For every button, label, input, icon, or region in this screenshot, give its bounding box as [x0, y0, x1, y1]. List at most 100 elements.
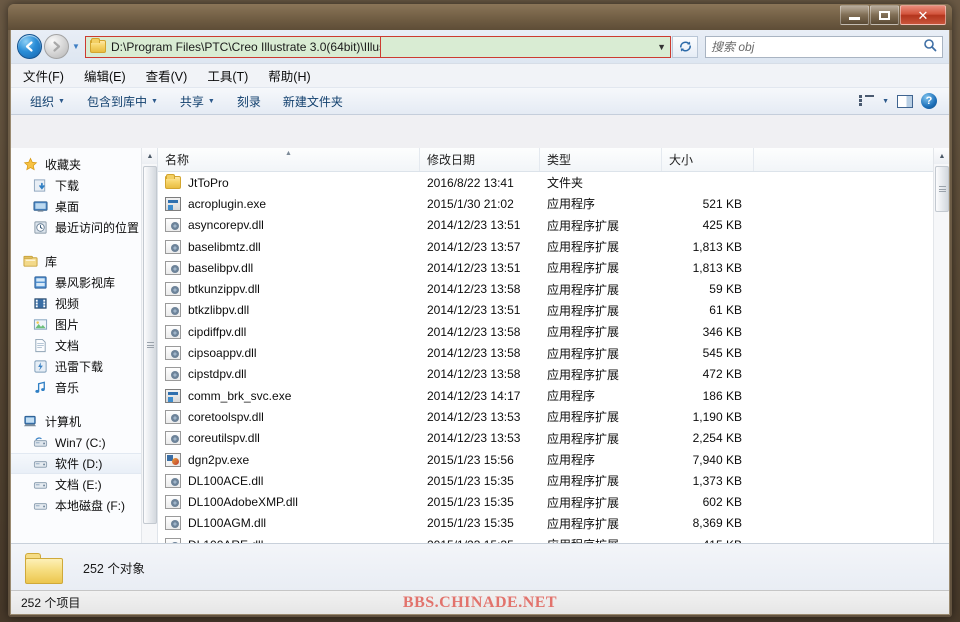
table-row[interactable]: DL100ACE.dll 2015/1/23 15:35 应用程序扩展 1,373 K…: [158, 470, 933, 491]
file-date-cell: 2014/12/23 13:51: [427, 303, 521, 318]
file-name-text: dgn2pv.exe: [188, 452, 250, 467]
sidebar-item-computer[interactable]: 计算机: [11, 411, 157, 432]
sidebar-label: 暴风影视库: [55, 276, 116, 290]
sidebar-item-desktop[interactable]: 桌面: [11, 196, 157, 217]
scrollbar-thumb[interactable]: [143, 166, 157, 524]
share-button[interactable]: 共享 ▼: [169, 90, 226, 112]
table-row[interactable]: btkunzippv.dll 2014/12/23 13:58 应用程序扩展 59 K…: [158, 278, 933, 299]
scroll-up-button[interactable]: ▲: [934, 148, 949, 164]
column-header-size[interactable]: 大小: [662, 148, 754, 171]
table-row[interactable]: cipsoappv.dll 2014/12/23 13:58 应用程序扩展 545 K…: [158, 342, 933, 363]
sidebar-item-drive-c[interactable]: Win7 (C:): [11, 432, 157, 453]
share-label: 共享: [179, 94, 204, 109]
sidebar-label: 桌面: [55, 200, 80, 214]
table-row[interactable]: acroplugin.exe 2015/1/30 21:02 应用程序 521 KB: [158, 193, 933, 214]
address-bar[interactable]: D:\Program Files\PTC\Creo Illustrate 3.0…: [85, 35, 671, 58]
video-library-icon: [33, 275, 49, 291]
include-in-library-button[interactable]: 包含到库中 ▼: [76, 90, 169, 112]
dll-icon: [165, 409, 181, 424]
address-dropdown-button[interactable]: ▼: [380, 36, 670, 57]
table-row[interactable]: dgn2pv.exe 2015/1/23 15:56 应用程序 7,940 KB: [158, 449, 933, 470]
forward-button[interactable]: [44, 34, 69, 59]
menu-item-file[interactable]: 文件(F): [23, 66, 64, 85]
file-date-cell: 2014/12/23 13:58: [427, 367, 521, 382]
sidebar-item-drive-d[interactable]: 软件 (D:): [11, 453, 157, 474]
address-path-field[interactable]: D:\Program Files\PTC\Creo Illustrate 3.0…: [86, 36, 381, 57]
file-name-cell: cipdiffpv.dll: [158, 324, 420, 339]
sidebar-label: 计算机: [45, 415, 82, 429]
dll-icon: [165, 260, 181, 275]
table-row[interactable]: comm_brk_svc.exe 2014/12/23 14:17 应用程序 186 …: [158, 385, 933, 406]
dll-icon: [165, 431, 181, 446]
sidebar-item-downloads[interactable]: 下载: [11, 175, 157, 196]
table-row[interactable]: DL100AdobeXMP.dll 2015/1/23 15:35 应用程序扩展 60…: [158, 491, 933, 512]
table-row[interactable]: coreutilspv.dll 2014/12/23 13:53 应用程序扩展 2,2…: [158, 428, 933, 449]
sidebar-item-pictures[interactable]: 图片: [11, 314, 157, 335]
burn-button[interactable]: 刻录: [226, 90, 272, 112]
file-name-text: DL100ACE.dll: [188, 473, 264, 488]
sidebar-item-documents[interactable]: 文档: [11, 335, 157, 356]
new-folder-button[interactable]: 新建文件夹: [272, 90, 354, 112]
table-row[interactable]: DL100AGM.dll 2015/1/23 15:35 应用程序扩展 8,369 K…: [158, 513, 933, 534]
help-icon[interactable]: ?: [921, 93, 937, 109]
sidebar-item-drive-e[interactable]: 文档 (E:): [11, 474, 157, 495]
refresh-button[interactable]: [672, 35, 698, 58]
history-dropdown-button[interactable]: ▼: [69, 42, 83, 51]
menu-item-tools[interactable]: 工具(T): [207, 66, 248, 85]
table-row[interactable]: coretoolspv.dll 2014/12/23 13:53 应用程序扩展 1,1…: [158, 406, 933, 427]
sidebar-item-libraries[interactable]: 库: [11, 251, 157, 272]
preview-pane-icon[interactable]: [897, 94, 913, 108]
dll-icon: [165, 324, 181, 339]
table-row[interactable]: JtToPro 2016/8/22 13:41 文件夹: [158, 172, 933, 193]
table-row[interactable]: cipstdpv.dll 2014/12/23 13:58 应用程序扩展 472 KB: [158, 364, 933, 385]
table-row[interactable]: cipdiffpv.dll 2014/12/23 13:58 应用程序扩展 346 K…: [158, 321, 933, 342]
sidebar-label: 库: [45, 255, 58, 269]
view-options-icon[interactable]: [859, 94, 875, 108]
column-header-date[interactable]: 修改日期: [420, 148, 540, 171]
address-path-text: D:\Program Files\PTC\Creo Illustrate 3.0…: [111, 39, 380, 54]
refresh-icon: [679, 41, 691, 52]
table-row[interactable]: baselibpv.dll 2014/12/23 13:51 应用程序扩展 1,813…: [158, 257, 933, 278]
sidebar-label: 音乐: [55, 381, 80, 395]
table-row[interactable]: asyncorepv.dll 2014/12/23 13:51 应用程序扩展 425 …: [158, 215, 933, 236]
menu-item-edit[interactable]: 编辑(E): [84, 66, 126, 85]
computer-icon: [23, 414, 39, 430]
menu-item-view[interactable]: 查看(V): [146, 66, 188, 85]
column-header-name[interactable]: ▲ 名称: [158, 148, 420, 171]
minimize-button[interactable]: [840, 5, 869, 25]
scroll-up-button[interactable]: ▲: [142, 148, 157, 164]
title-bar[interactable]: ✕: [8, 4, 952, 30]
search-box[interactable]: [705, 35, 943, 58]
file-type-cell: 应用程序扩展: [547, 495, 620, 510]
sidebar-item-music[interactable]: 音乐: [11, 377, 157, 398]
column-label: 类型: [547, 153, 572, 167]
file-type-cell: 应用程序扩展: [547, 410, 620, 425]
sidebar-item-drive-f[interactable]: 本地磁盘 (F:): [11, 495, 157, 516]
chevron-down-icon: ▼: [207, 97, 215, 105]
sidebar-item-recent-places[interactable]: 最近访问的位置: [11, 217, 157, 238]
nav-group-libraries: 库 暴风影视库 视频 图片 文档 迅雷下载 音乐: [11, 251, 157, 398]
sidebar-item-favorites[interactable]: 收藏夹: [11, 154, 157, 175]
sidebar-item-baofeng-video-library[interactable]: 暴风影视库: [11, 272, 157, 293]
navigation-pane-scrollbar[interactable]: ▲ ▼: [141, 148, 157, 568]
table-row[interactable]: baselibmtz.dll 2014/12/23 13:57 应用程序扩展 1,81…: [158, 236, 933, 257]
file-size-cell: 2,254 KB: [692, 431, 742, 446]
column-header-type[interactable]: 类型: [540, 148, 662, 171]
drive-icon: [33, 477, 49, 493]
search-input[interactable]: [711, 39, 923, 54]
view-options-chevron-down-icon[interactable]: ▼: [882, 98, 889, 105]
close-button[interactable]: ✕: [900, 5, 946, 25]
maximize-button[interactable]: [870, 5, 899, 25]
back-button[interactable]: [17, 34, 42, 59]
chevron-down-icon: ▼: [150, 97, 158, 105]
organize-button[interactable]: 组织 ▼: [19, 90, 76, 112]
menu-item-help[interactable]: 帮助(H): [268, 66, 310, 85]
sidebar-item-videos[interactable]: 视频: [11, 293, 157, 314]
watermark-text: BBS.CHINADE.NET: [402, 593, 558, 611]
scrollbar-thumb[interactable]: [935, 166, 949, 212]
navigation-pane: 收藏夹 下载 桌面 最近访问的位置 库 暴风影视库 视频 图片 文档 迅雷下载 …: [11, 148, 158, 568]
file-list-scrollbar[interactable]: ▲ ▼: [933, 148, 949, 568]
table-row[interactable]: btkzlibpv.dll 2014/12/23 13:51 应用程序扩展 61 KB: [158, 300, 933, 321]
sidebar-item-thunder-download[interactable]: 迅雷下载: [11, 356, 157, 377]
sidebar-label: 下载: [55, 179, 80, 193]
